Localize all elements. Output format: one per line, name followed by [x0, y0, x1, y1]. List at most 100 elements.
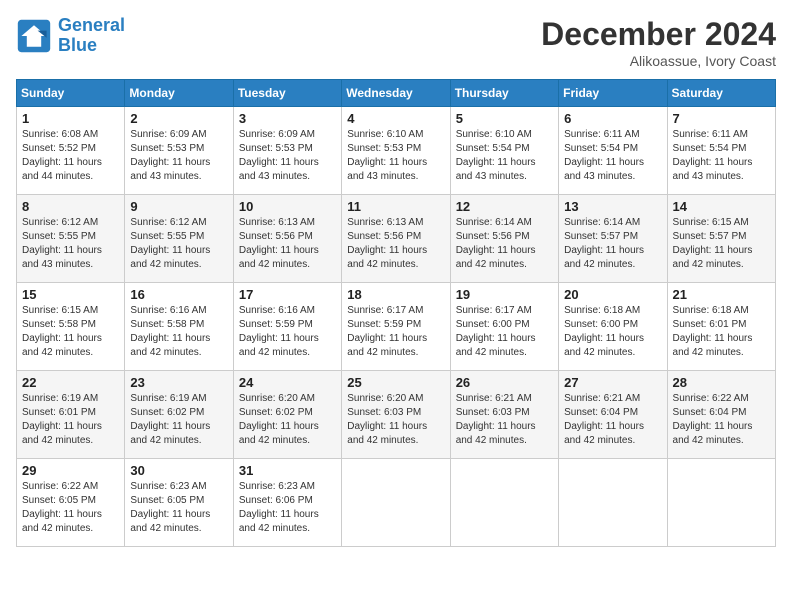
day-number: 30 [130, 463, 227, 478]
day-number: 20 [564, 287, 661, 302]
calendar-cell [450, 459, 558, 547]
day-info: Sunrise: 6:11 AM Sunset: 5:54 PM Dayligh… [673, 128, 770, 184]
title-block: December 2024 Alikoassue, Ivory Coast [541, 16, 776, 69]
calendar-cell: 27 Sunrise: 6:21 AM Sunset: 6:04 PM Dayli… [559, 371, 667, 459]
day-number: 24 [239, 375, 336, 390]
day-number: 10 [239, 199, 336, 214]
day-number: 9 [130, 199, 227, 214]
calendar-week-row: 8 Sunrise: 6:12 AM Sunset: 5:55 PM Daylig… [17, 195, 776, 283]
calendar-cell: 6 Sunrise: 6:11 AM Sunset: 5:54 PM Daylig… [559, 107, 667, 195]
calendar-cell: 20 Sunrise: 6:18 AM Sunset: 6:00 PM Dayli… [559, 283, 667, 371]
weekday-header-friday: Friday [559, 80, 667, 107]
day-number: 18 [347, 287, 444, 302]
weekday-header-saturday: Saturday [667, 80, 775, 107]
day-number: 29 [22, 463, 119, 478]
calendar-cell: 30 Sunrise: 6:23 AM Sunset: 6:05 PM Dayli… [125, 459, 233, 547]
day-number: 17 [239, 287, 336, 302]
location-subtitle: Alikoassue, Ivory Coast [541, 53, 776, 69]
calendar-cell: 9Sunrise: 6:12 AM Sunset: 5:55 PM Daylig… [125, 195, 233, 283]
calendar-cell: 21 Sunrise: 6:18 AM Sunset: 6:01 PM Dayli… [667, 283, 775, 371]
day-info: Sunrise: 6:17 AM Sunset: 5:59 PM Dayligh… [347, 304, 444, 360]
day-number: 8 [22, 199, 119, 214]
day-info: Sunrise: 6:10 AM Sunset: 5:53 PM Dayligh… [347, 128, 444, 184]
calendar-cell: 19Sunrise: 6:17 AM Sunset: 6:00 PM Dayli… [450, 283, 558, 371]
day-info: Sunrise: 6:10 AM Sunset: 5:54 PM Dayligh… [456, 128, 553, 184]
calendar-table: SundayMondayTuesdayWednesdayThursdayFrid… [16, 79, 776, 547]
day-number: 12 [456, 199, 553, 214]
day-info: Sunrise: 6:15 AM Sunset: 5:57 PM Dayligh… [673, 216, 770, 272]
calendar-cell: 7 Sunrise: 6:11 AM Sunset: 5:54 PM Daylig… [667, 107, 775, 195]
day-number: 5 [456, 111, 553, 126]
day-info: Sunrise: 6:21 AM Sunset: 6:04 PM Dayligh… [564, 392, 661, 448]
day-number: 22 [22, 375, 119, 390]
calendar-cell: 16 Sunrise: 6:16 AM Sunset: 5:58 PM Dayli… [125, 283, 233, 371]
calendar-cell: 13 Sunrise: 6:14 AM Sunset: 5:57 PM Dayli… [559, 195, 667, 283]
weekday-header-tuesday: Tuesday [233, 80, 341, 107]
weekday-header-monday: Monday [125, 80, 233, 107]
calendar-cell: 5 Sunrise: 6:10 AM Sunset: 5:54 PM Daylig… [450, 107, 558, 195]
calendar-cell: 26 Sunrise: 6:21 AM Sunset: 6:03 PM Dayli… [450, 371, 558, 459]
day-info: Sunrise: 6:12 AM Sunset: 5:55 PM Dayligh… [22, 216, 119, 272]
day-info: Sunrise: 6:23 AM Sunset: 6:05 PM Dayligh… [130, 480, 227, 536]
logo-part2: Blue [58, 35, 97, 55]
page-header: General Blue December 2024 Alikoassue, I… [16, 16, 776, 69]
weekday-header-sunday: Sunday [17, 80, 125, 107]
day-info: Sunrise: 6:17 AM Sunset: 6:00 PM Dayligh… [456, 304, 553, 360]
day-info: Sunrise: 6:13 AM Sunset: 5:56 PM Dayligh… [239, 216, 336, 272]
calendar-cell: 18 Sunrise: 6:17 AM Sunset: 5:59 PM Dayli… [342, 283, 450, 371]
day-info: Sunrise: 6:18 AM Sunset: 6:01 PM Dayligh… [673, 304, 770, 360]
day-number: 21 [673, 287, 770, 302]
calendar-week-row: 22 Sunrise: 6:19 AM Sunset: 6:01 PM Dayli… [17, 371, 776, 459]
weekday-header-thursday: Thursday [450, 80, 558, 107]
day-number: 7 [673, 111, 770, 126]
day-info: Sunrise: 6:09 AM Sunset: 5:53 PM Dayligh… [239, 128, 336, 184]
day-number: 14 [673, 199, 770, 214]
day-number: 4 [347, 111, 444, 126]
calendar-cell: 1 Sunrise: 6:08 AM Sunset: 5:52 PM Daylig… [17, 107, 125, 195]
calendar-cell: 12 Sunrise: 6:14 AM Sunset: 5:56 PM Dayli… [450, 195, 558, 283]
calendar-week-row: 15 Sunrise: 6:15 AM Sunset: 5:58 PM Dayli… [17, 283, 776, 371]
calendar-cell: 15 Sunrise: 6:15 AM Sunset: 5:58 PM Dayli… [17, 283, 125, 371]
day-number: 28 [673, 375, 770, 390]
day-number: 1 [22, 111, 119, 126]
day-info: Sunrise: 6:15 AM Sunset: 5:58 PM Dayligh… [22, 304, 119, 360]
day-number: 25 [347, 375, 444, 390]
weekday-header-wednesday: Wednesday [342, 80, 450, 107]
day-info: Sunrise: 6:22 AM Sunset: 6:05 PM Dayligh… [22, 480, 119, 536]
day-info: Sunrise: 6:11 AM Sunset: 5:54 PM Dayligh… [564, 128, 661, 184]
day-info: Sunrise: 6:20 AM Sunset: 6:02 PM Dayligh… [239, 392, 336, 448]
day-info: Sunrise: 6:20 AM Sunset: 6:03 PM Dayligh… [347, 392, 444, 448]
calendar-cell: 23Sunrise: 6:19 AM Sunset: 6:02 PM Dayli… [125, 371, 233, 459]
calendar-cell [342, 459, 450, 547]
day-number: 16 [130, 287, 227, 302]
day-number: 26 [456, 375, 553, 390]
calendar-cell: 22 Sunrise: 6:19 AM Sunset: 6:01 PM Dayli… [17, 371, 125, 459]
day-info: Sunrise: 6:18 AM Sunset: 6:00 PM Dayligh… [564, 304, 661, 360]
day-info: Sunrise: 6:19 AM Sunset: 6:01 PM Dayligh… [22, 392, 119, 448]
day-number: 6 [564, 111, 661, 126]
day-info: Sunrise: 6:16 AM Sunset: 5:59 PM Dayligh… [239, 304, 336, 360]
day-number: 27 [564, 375, 661, 390]
day-number: 23 [130, 375, 227, 390]
calendar-cell: 24 Sunrise: 6:20 AM Sunset: 6:02 PM Dayli… [233, 371, 341, 459]
calendar-week-row: 1 Sunrise: 6:08 AM Sunset: 5:52 PM Daylig… [17, 107, 776, 195]
day-info: Sunrise: 6:16 AM Sunset: 5:58 PM Dayligh… [130, 304, 227, 360]
day-info: Sunrise: 6:21 AM Sunset: 6:03 PM Dayligh… [456, 392, 553, 448]
day-info: Sunrise: 6:08 AM Sunset: 5:52 PM Dayligh… [22, 128, 119, 184]
day-info: Sunrise: 6:13 AM Sunset: 5:56 PM Dayligh… [347, 216, 444, 272]
day-info: Sunrise: 6:14 AM Sunset: 5:57 PM Dayligh… [564, 216, 661, 272]
calendar-cell: 14 Sunrise: 6:15 AM Sunset: 5:57 PM Dayli… [667, 195, 775, 283]
calendar-cell: 3Sunrise: 6:09 AM Sunset: 5:53 PM Daylig… [233, 107, 341, 195]
calendar-cell: 17 Sunrise: 6:16 AM Sunset: 5:59 PM Dayli… [233, 283, 341, 371]
logo-icon [16, 18, 52, 54]
day-info: Sunrise: 6:22 AM Sunset: 6:04 PM Dayligh… [673, 392, 770, 448]
day-info: Sunrise: 6:23 AM Sunset: 6:06 PM Dayligh… [239, 480, 336, 536]
day-info: Sunrise: 6:14 AM Sunset: 5:56 PM Dayligh… [456, 216, 553, 272]
day-number: 13 [564, 199, 661, 214]
calendar-cell: 11 Sunrise: 6:13 AM Sunset: 5:56 PM Dayli… [342, 195, 450, 283]
logo-part1: General [58, 15, 125, 35]
logo: General Blue [16, 16, 125, 56]
day-number: 15 [22, 287, 119, 302]
day-number: 11 [347, 199, 444, 214]
calendar-cell: 25 Sunrise: 6:20 AM Sunset: 6:03 PM Dayli… [342, 371, 450, 459]
